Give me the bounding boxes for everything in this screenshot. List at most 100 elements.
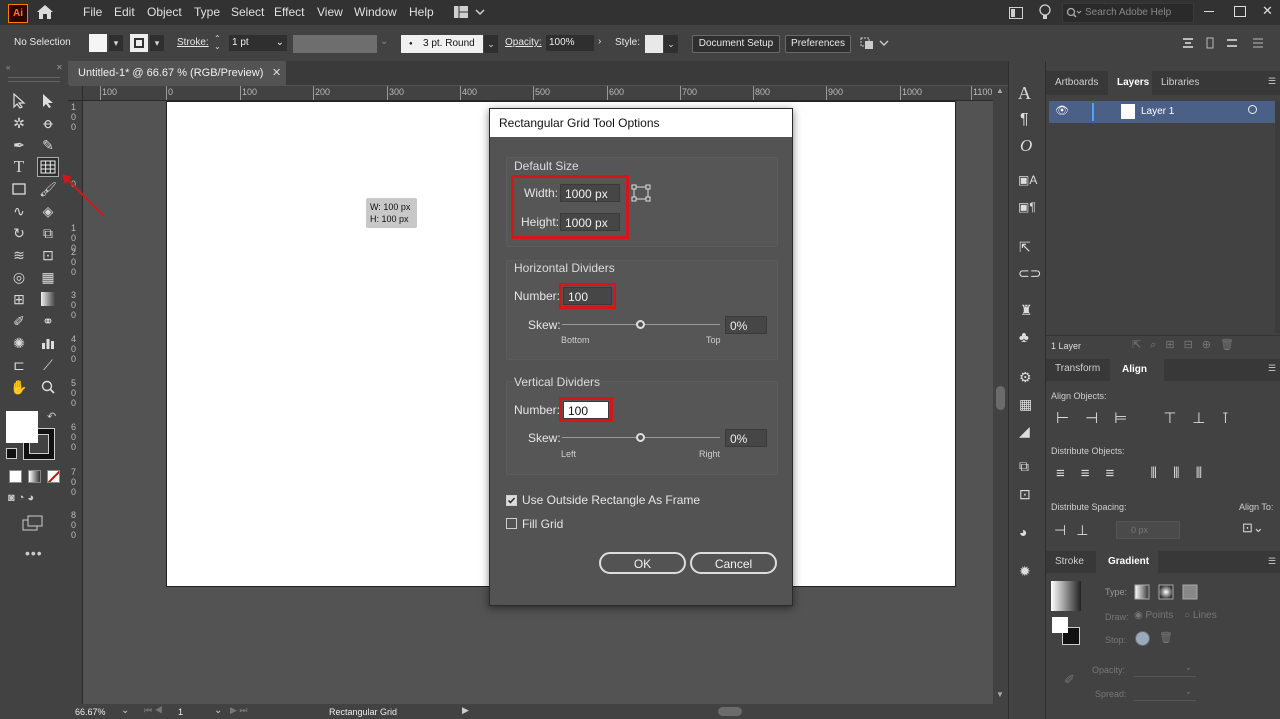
artboard-tool-icon[interactable]: ⊏ [8, 355, 30, 375]
arrange-icon[interactable] [860, 35, 890, 51]
default-colors-icon[interactable] [6, 448, 17, 459]
use-outside-rectangle-checkbox[interactable] [506, 495, 517, 506]
tab-artboards[interactable]: Artboards [1055, 77, 1098, 88]
style-swatch[interactable] [645, 35, 663, 53]
para-styles-icon[interactable]: ▣¶ [1018, 200, 1036, 214]
vertical-skew-input[interactable]: 0% [725, 429, 767, 447]
symbol-sprayer-tool-icon[interactable]: ✺ [8, 333, 30, 353]
home-icon[interactable] [36, 4, 54, 20]
menu-file[interactable]: File [83, 5, 102, 19]
eyedropper-tool-icon[interactable]: ✐ [8, 311, 30, 331]
blend-tool-icon[interactable]: ⚭ [37, 311, 59, 331]
gradient-mode-icon[interactable] [28, 470, 41, 483]
gradient-panel-menu-icon[interactable]: ☰ [1268, 556, 1276, 567]
profile-dropdown[interactable]: ⌄ [380, 36, 388, 47]
menu-window[interactable]: Window [354, 5, 397, 19]
close-window-button[interactable]: ✕ [1262, 3, 1273, 19]
scale-tool-icon[interactable]: ⧉ [37, 223, 59, 243]
tab-stroke[interactable]: Stroke [1055, 556, 1084, 567]
artboard-nav-last[interactable]: ▶ ⏭ [230, 705, 248, 716]
horizontal-skew-knob[interactable] [636, 320, 645, 329]
menu-select[interactable]: Select [231, 5, 264, 19]
tab-align[interactable]: Align [1110, 359, 1164, 381]
puppet-panel-icon[interactable]: ♜ [1020, 302, 1033, 319]
color-mode-icon[interactable] [9, 470, 22, 483]
document-tab[interactable]: Untitled-1* @ 66.67 % (RGB/Preview) ✕ [68, 61, 286, 85]
stroke-dropdown[interactable]: ▾ [150, 35, 164, 51]
tab-layers[interactable]: Layers [1108, 71, 1152, 95]
align-objects-buttons[interactable]: ⊢⊣⊨ ⊤⊥⊺ [1056, 409, 1245, 427]
hand-tool-icon[interactable]: ✋ [8, 377, 30, 397]
rectangular-grid-tool-icon[interactable] [37, 157, 59, 177]
close-tab-icon[interactable]: ✕ [272, 66, 281, 79]
zoom-level[interactable]: 66.67% [75, 707, 106, 717]
menu-view[interactable]: View [317, 5, 343, 19]
toolbar-close[interactable]: ✕ [56, 63, 63, 72]
scroll-up-arrow[interactable]: ▲ [996, 86, 1004, 95]
zoom-dropdown[interactable]: ⌄ [121, 705, 129, 716]
vertical-number-input[interactable]: 100 [563, 401, 609, 419]
slice-tool-icon[interactable]: ⟋ [37, 355, 59, 375]
preferences-button[interactable]: Preferences [785, 35, 851, 53]
draw-lines-radio[interactable]: ○ Lines [1184, 610, 1217, 621]
horizontal-scroll-thumb[interactable] [718, 707, 742, 716]
magic-wand-tool-icon[interactable]: ✲ [8, 113, 30, 133]
toolbar-collapse[interactable]: « [6, 63, 10, 72]
mesh-tool-icon[interactable]: ⊞ [8, 289, 30, 309]
vertical-scrollbar[interactable]: ▲ ▼ [993, 86, 1008, 704]
tab-transform[interactable]: Transform [1055, 363, 1100, 374]
scroll-down-arrow[interactable]: ▼ [996, 690, 1004, 699]
scroll-thumb[interactable] [996, 386, 1005, 410]
layers-scrollbar[interactable] [1275, 101, 1280, 333]
character-panel-icon[interactable]: A [1018, 83, 1031, 104]
document-setup-button[interactable]: Document Setup [692, 35, 780, 53]
draw-points-radio[interactable]: ◉ Points [1134, 610, 1173, 621]
brightness-panel-icon[interactable]: ✹ [1019, 563, 1031, 580]
opacity-field[interactable]: 100% [546, 35, 594, 51]
tab-gradient[interactable]: Gradient [1096, 551, 1158, 573]
lightbulb-icon[interactable] [1039, 4, 1051, 21]
lasso-tool-icon[interactable]: ꝋ [37, 113, 59, 133]
artboard-nav-first[interactable]: ⏮ ◀ [144, 705, 163, 716]
maximize-button[interactable] [1234, 6, 1246, 17]
paintbrush-tool-icon[interactable]: 🖌 [37, 179, 59, 199]
paragraph-panel-icon[interactable]: ¶ [1020, 111, 1029, 129]
layer-target-icon[interactable] [1248, 105, 1257, 114]
menu-edit[interactable]: Edit [114, 5, 135, 19]
opentype-panel-icon[interactable]: O [1020, 136, 1032, 156]
width-input[interactable]: 1000 px [560, 184, 620, 202]
gradient-opacity-field[interactable]: ⌄ [1134, 661, 1196, 677]
delete-stop-icon[interactable]: 🗑 [1159, 631, 1173, 644]
fill-grid-checkbox[interactable] [506, 518, 517, 529]
brush-field[interactable]: ● 3 pt. Round [401, 35, 483, 53]
search-help-field[interactable]: Search Adobe Help [1062, 3, 1194, 23]
distribute-spacing-buttons[interactable]: ⊣⊥ [1054, 522, 1098, 539]
warp-tool-icon[interactable]: ≋ [8, 245, 30, 265]
none-mode-icon[interactable] [47, 470, 60, 483]
reference-point-icon[interactable] [631, 184, 651, 202]
align-panel-menu-icon[interactable]: ☰ [1268, 363, 1276, 374]
screen-mode-icon[interactable] [22, 515, 44, 531]
height-input[interactable]: 1000 px [560, 213, 620, 231]
char-styles-icon[interactable]: ▣A [1018, 173, 1037, 187]
links-panel-icon[interactable]: ⊂⊃ [1018, 265, 1041, 282]
menu-help[interactable]: Help [409, 5, 434, 19]
eraser-tool-icon[interactable]: ◈ [37, 201, 59, 221]
symbols-panel-icon[interactable]: ♣ [1019, 329, 1029, 346]
spacing-field[interactable]: 0 px [1116, 521, 1180, 539]
stroke-swatch[interactable] [130, 34, 148, 52]
gradient-tool-icon[interactable] [37, 289, 59, 309]
edit-toolbar-icon[interactable]: ••• [25, 545, 43, 561]
opacity-arrow[interactable]: › [598, 36, 601, 47]
column-graph-tool-icon[interactable] [37, 333, 59, 353]
menu-object[interactable]: Object [147, 5, 182, 19]
fill-dropdown[interactable]: ▾ [109, 35, 123, 51]
fill-color-box[interactable] [6, 411, 38, 443]
rectangle-tool-icon[interactable] [8, 179, 30, 199]
artboard-number[interactable]: 1 [178, 707, 183, 717]
artboards-panel-icon[interactable]: ⊡ [1019, 486, 1031, 503]
ok-button[interactable]: OK [599, 552, 686, 574]
panel-menu-icon[interactable]: ☰ [1268, 76, 1276, 87]
gradient-fill-box[interactable] [1052, 617, 1068, 633]
shaper-tool-icon[interactable]: ∿ [8, 201, 30, 221]
